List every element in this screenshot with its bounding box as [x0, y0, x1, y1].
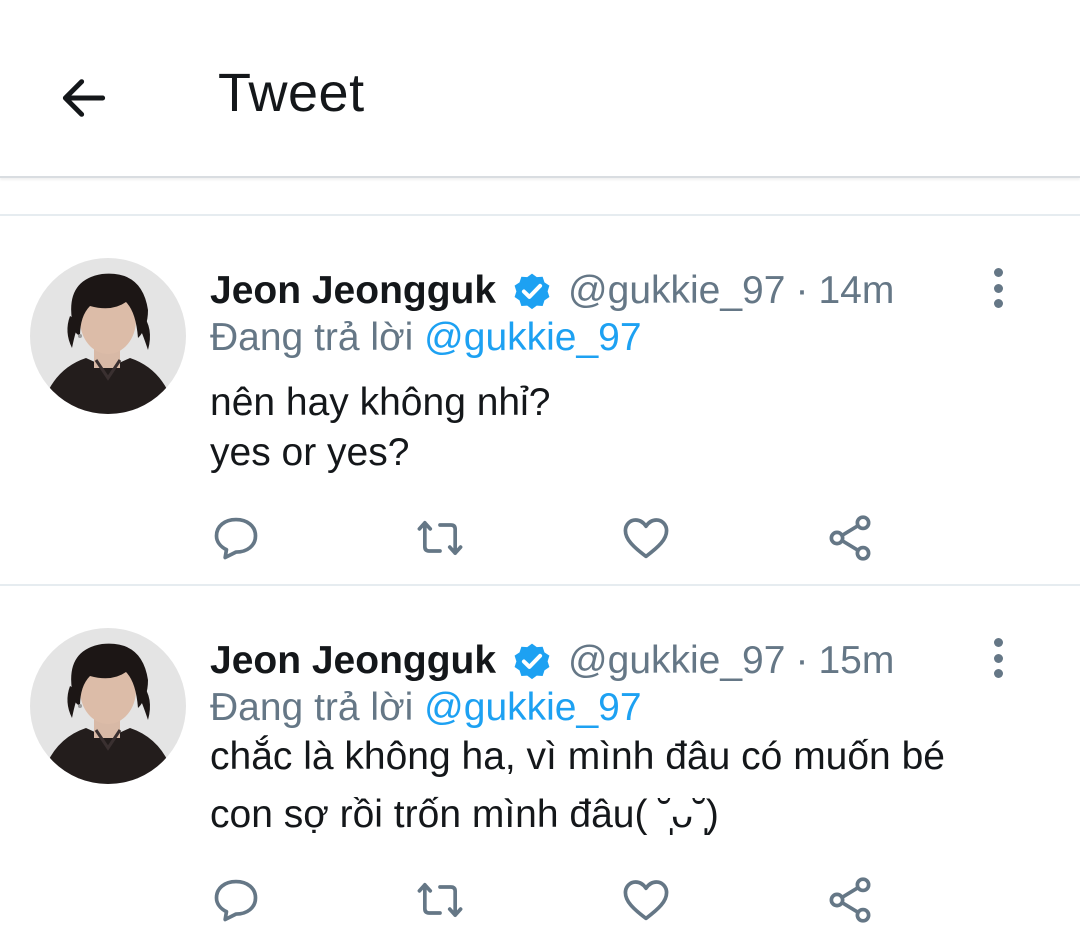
- share-button[interactable]: [820, 870, 880, 930]
- retweet-icon: [417, 520, 463, 556]
- retweet-button[interactable]: [410, 870, 470, 930]
- divider: [0, 214, 1080, 216]
- separator-dot: ·: [795, 269, 809, 312]
- like-button[interactable]: [616, 508, 676, 568]
- reply-mention-link[interactable]: @gukkie_97: [424, 686, 641, 729]
- tweet-screen: Tweet Jeon Jeongguk @gukkie_97 · 14m Đan…: [0, 0, 1080, 943]
- tweet-text-line: nên hay không nhỉ?: [210, 381, 551, 424]
- tweet-header: Jeon Jeongguk @gukkie_97 · 15m: [210, 634, 894, 688]
- reply-prefix: Đang trả lời: [210, 686, 414, 729]
- reply-icon: [214, 517, 258, 560]
- back-button[interactable]: [52, 66, 116, 130]
- share-icon: [829, 515, 871, 561]
- tweet-text-line: chắc là không ha, vì mình đâu có muốn bé: [210, 735, 945, 778]
- retweet-icon: [417, 882, 463, 918]
- tweet-text-line: yes or yes?: [210, 431, 410, 474]
- share-icon: [829, 877, 871, 923]
- tweet-actions: [0, 870, 1080, 930]
- reply-icon: [214, 879, 258, 922]
- tweet[interactable]: Jeon Jeongguk @gukkie_97 · 14m Đang trả …: [0, 218, 1080, 586]
- avatar[interactable]: [30, 628, 186, 784]
- reply-button[interactable]: [206, 508, 266, 568]
- top-app-bar: Tweet: [0, 0, 1080, 178]
- heart-icon: [623, 518, 669, 559]
- reply-mention-link[interactable]: @gukkie_97: [424, 316, 641, 359]
- verified-badge-icon: [510, 639, 554, 683]
- author-name[interactable]: Jeon Jeongguk: [210, 639, 496, 683]
- avatar[interactable]: [30, 258, 186, 414]
- author-name[interactable]: Jeon Jeongguk: [210, 269, 496, 313]
- author-handle[interactable]: @gukkie_97: [568, 639, 785, 683]
- more-options-button[interactable]: [980, 266, 1016, 310]
- author-handle[interactable]: @gukkie_97: [568, 269, 785, 313]
- more-vertical-icon: [993, 638, 1003, 647]
- tweet-timestamp[interactable]: 15m: [818, 639, 894, 683]
- tweet-text-line: con sợ rồi trốn mình đâu( ˘̩̩̩ᴗ˘̩̩̩): [210, 793, 719, 836]
- verified-badge-icon: [510, 269, 554, 313]
- replying-to: Đang trả lời @gukkie_97: [210, 316, 642, 360]
- heart-icon: [623, 880, 669, 921]
- reply-button[interactable]: [206, 870, 266, 930]
- more-vertical-icon: [993, 268, 1003, 277]
- tweet-text: nên hay không nhỉ? yes or yes?: [210, 378, 1030, 478]
- reply-prefix: Đang trả lời: [210, 316, 414, 359]
- tweet-text: chắc là không ha, vì mình đâu có muốn bé…: [210, 728, 1030, 844]
- tweet-header: Jeon Jeongguk @gukkie_97 · 14m: [210, 264, 894, 318]
- tweet-timestamp[interactable]: 14m: [818, 269, 894, 313]
- tweet[interactable]: Jeon Jeongguk @gukkie_97 · 15m Đang trả …: [0, 588, 1080, 943]
- more-options-button[interactable]: [980, 636, 1016, 680]
- page-title: Tweet: [218, 63, 365, 123]
- arrow-left-icon: [62, 79, 106, 117]
- retweet-button[interactable]: [410, 508, 470, 568]
- share-button[interactable]: [820, 508, 880, 568]
- like-button[interactable]: [616, 870, 676, 930]
- replying-to: Đang trả lời @gukkie_97: [210, 686, 642, 730]
- tweet-actions: [0, 508, 1080, 568]
- separator-dot: ·: [795, 639, 809, 682]
